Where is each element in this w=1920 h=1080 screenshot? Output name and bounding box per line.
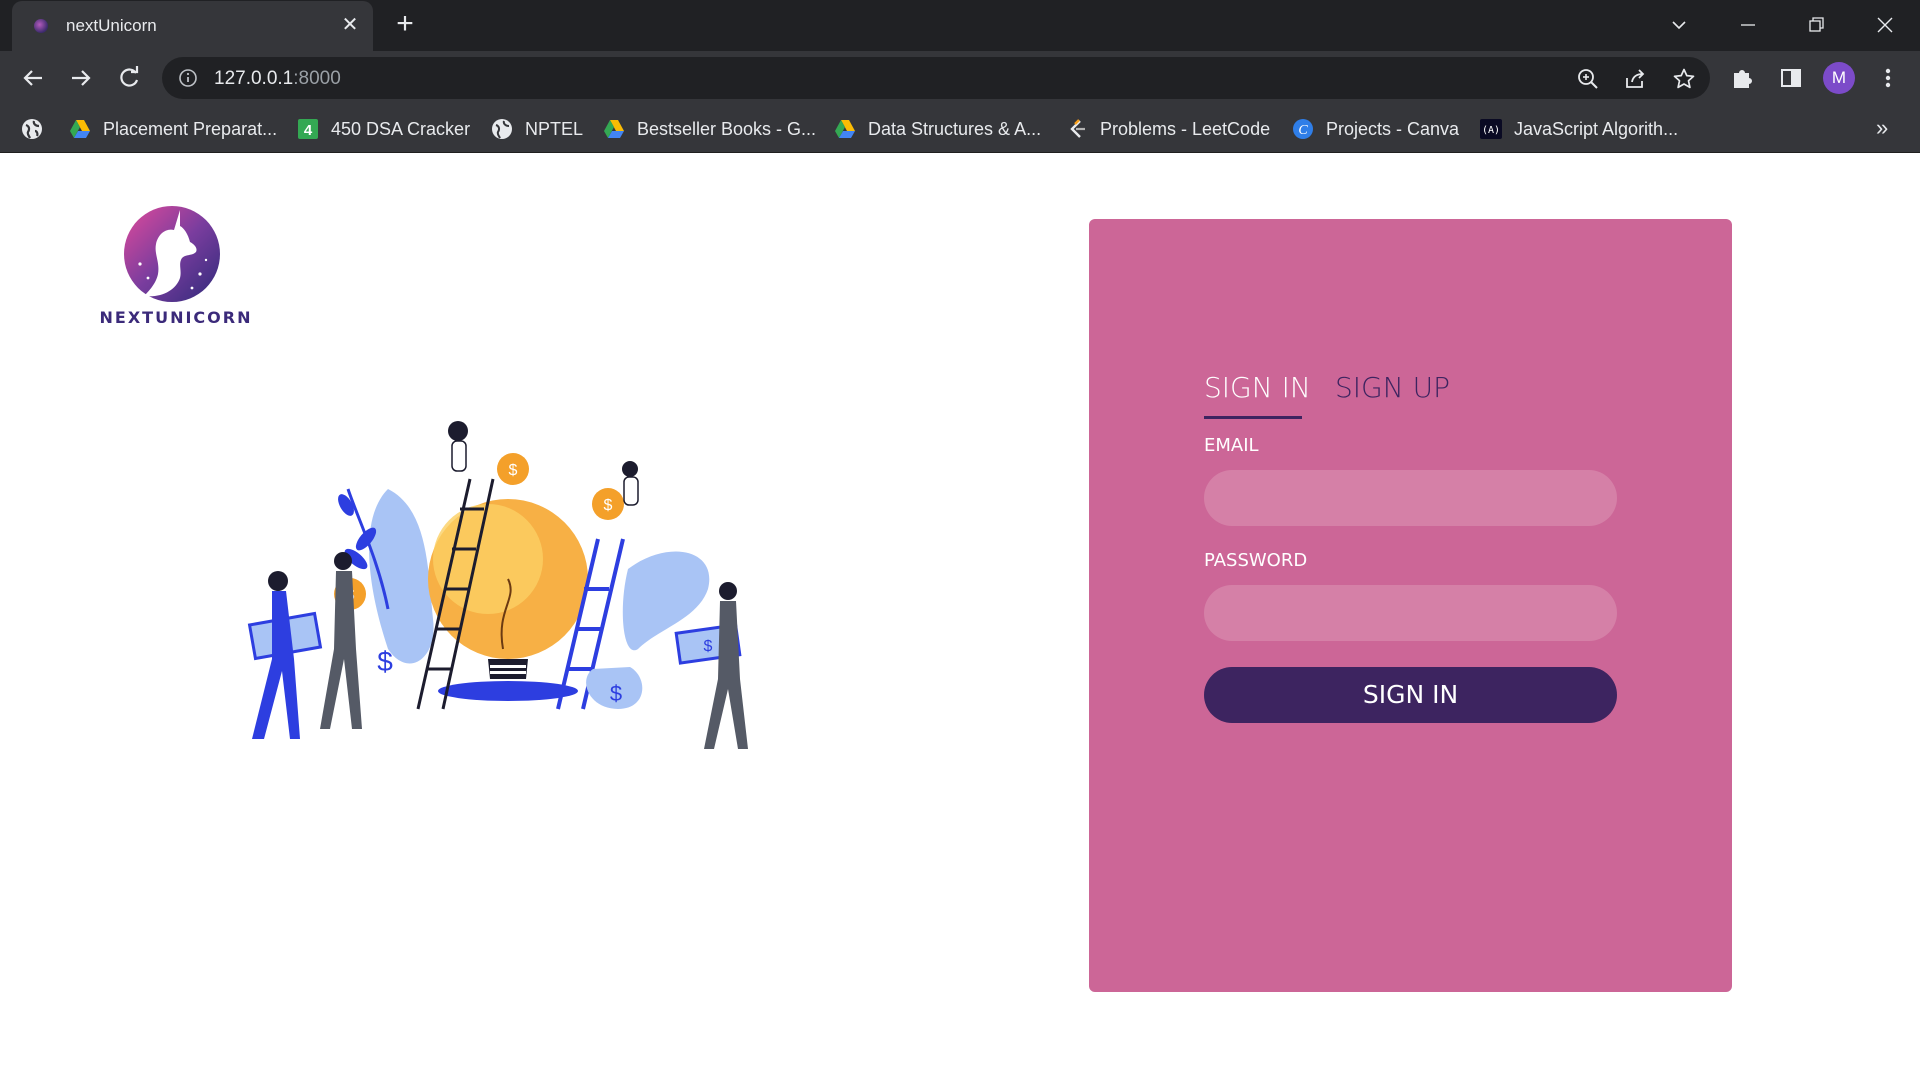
svg-text:$: $ (509, 462, 518, 479)
bookmark-item[interactable]: Data Structures & A... (834, 115, 1041, 143)
google-drive-icon (834, 118, 856, 140)
bookmark-label: Data Structures & A... (868, 118, 1042, 139)
unicorn-logo-icon (124, 206, 220, 302)
extensions-puzzle-icon[interactable] (1729, 64, 1757, 92)
url-port: :8000 (293, 68, 341, 89)
tab-sign-in[interactable]: SIGN IN (1204, 371, 1311, 404)
close-window-icon[interactable] (1870, 10, 1900, 40)
tab-title: nextUnicorn (66, 16, 157, 35)
browser-tabstrip: nextUnicorn ✕ + (0, 0, 1920, 51)
startup-funding-illustration: $ $ $ $ $ $ $ (247, 421, 748, 749)
bookmarks-bar: Placement Preparat... 4 450 DSA Cracker … (0, 105, 1920, 153)
sheets-four-icon: 4 (297, 118, 319, 140)
email-label: EMAIL (1204, 435, 1259, 456)
apps-globe-icon[interactable] (20, 115, 44, 143)
bookmark-item[interactable]: C Projects - Canva (1292, 115, 1459, 143)
password-field[interactable] (1204, 585, 1617, 641)
google-drive-icon (69, 118, 91, 140)
bookmark-item[interactable]: 4 450 DSA Cracker (297, 115, 470, 143)
minimize-window-icon[interactable] (1733, 10, 1763, 40)
sign-in-button[interactable]: SIGN IN (1204, 667, 1617, 723)
svg-text:4: 4 (304, 122, 313, 139)
url-host: 127.0.0.1 (214, 68, 294, 89)
bookmark-label: Problems - LeetCode (1100, 118, 1271, 139)
reload-icon[interactable] (114, 63, 144, 93)
leetcode-icon (1066, 118, 1088, 140)
svg-text:(A): (A) (1482, 125, 1500, 136)
new-tab-button[interactable]: + (390, 9, 420, 40)
bookmark-item[interactable]: NPTEL (491, 115, 583, 143)
tab-sign-up[interactable]: SIGN UP (1335, 371, 1450, 404)
svg-text:C: C (1298, 123, 1308, 138)
browser-toolbar: 127.0.0.1:8000 M (0, 51, 1920, 105)
nextunicorn-logo[interactable]: NEXTUNICORN (96, 204, 256, 334)
close-tab-icon[interactable]: ✕ (337, 12, 363, 38)
page-content: NEXTUNICORN $ $ $ $ $ SIGN IN SIGN UP EM… (0, 154, 1920, 1080)
bookmark-label: 450 DSA Cracker (331, 118, 471, 139)
back-arrow-icon[interactable] (18, 63, 48, 93)
globe-icon (491, 118, 513, 140)
auth-card: SIGN IN SIGN UP EMAIL PASSWORD SIGN IN (1089, 219, 1732, 992)
bookmark-item[interactable]: Bestseller Books - G... (603, 115, 816, 143)
bookmark-item[interactable]: Placement Preparat... (69, 115, 277, 143)
side-panel-icon[interactable] (1777, 64, 1805, 92)
google-drive-icon (603, 118, 625, 140)
svg-text:$: $ (704, 638, 713, 655)
more-bookmarks-button[interactable]: » (1876, 115, 1888, 141)
svg-text:$: $ (610, 681, 622, 706)
canva-icon: C (1292, 118, 1314, 140)
tab-search-icon[interactable] (1664, 10, 1694, 40)
password-label: PASSWORD (1204, 550, 1308, 571)
site-info-icon[interactable] (178, 68, 198, 88)
bookmark-star-icon[interactable] (1672, 67, 1696, 91)
freecodecamp-icon: (A) (1480, 118, 1502, 140)
bookmark-label: Projects - Canva (1326, 118, 1460, 139)
profile-avatar[interactable]: M (1823, 62, 1855, 94)
url-text[interactable]: 127.0.0.1:8000 (214, 68, 341, 90)
bookmark-label: Bestseller Books - G... (637, 118, 817, 139)
unicorn-favicon-icon (34, 19, 48, 33)
bookmark-item[interactable]: Problems - LeetCode (1066, 115, 1270, 143)
email-field[interactable] (1204, 470, 1617, 526)
svg-text:$: $ (377, 646, 393, 677)
bookmark-label: NPTEL (525, 118, 584, 139)
browser-menu-kebab-icon[interactable] (1874, 64, 1902, 92)
share-icon[interactable] (1623, 67, 1647, 91)
forward-arrow-icon[interactable] (66, 63, 96, 93)
zoom-icon[interactable] (1576, 67, 1600, 91)
svg-text:$: $ (604, 497, 613, 514)
logo-wordmark: NEXTUNICORN (99, 308, 253, 327)
restore-window-icon[interactable] (1801, 10, 1831, 40)
bookmark-label: JavaScript Algorith... (1514, 118, 1679, 139)
bookmark-item[interactable]: (A) JavaScript Algorith... (1480, 115, 1678, 143)
browser-tab-active[interactable]: nextUnicorn ✕ (12, 1, 373, 51)
active-tab-indicator (1204, 416, 1302, 419)
bookmark-label: Placement Preparat... (103, 118, 278, 139)
address-bar[interactable]: 127.0.0.1:8000 (162, 57, 1710, 99)
